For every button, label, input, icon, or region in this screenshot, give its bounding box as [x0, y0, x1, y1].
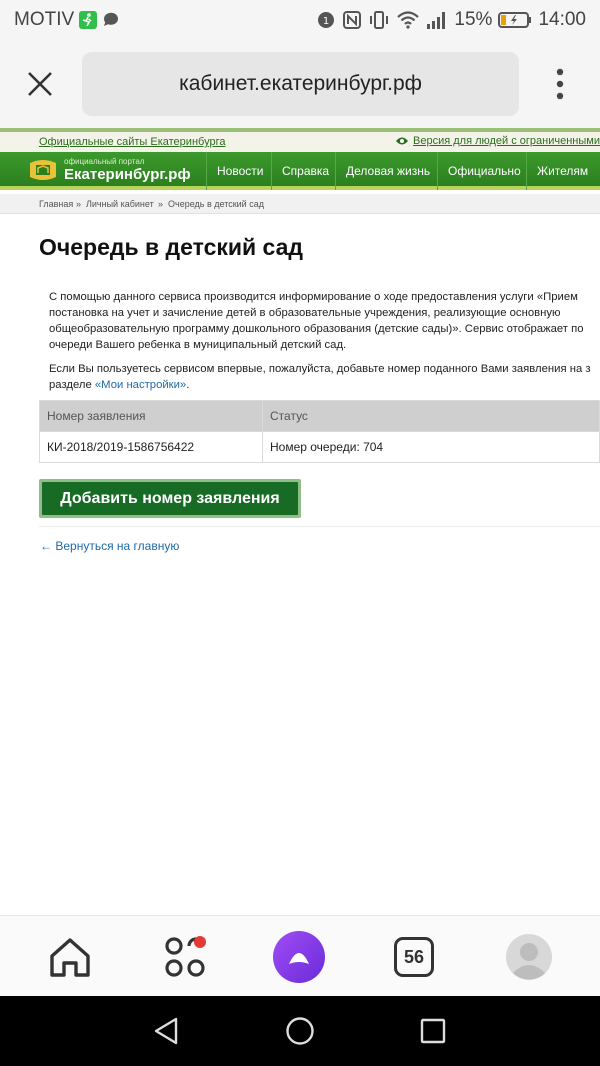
status-cell: Номер очереди: 704: [262, 431, 600, 463]
nav-news[interactable]: Новости: [206, 152, 263, 190]
breadcrumb-home[interactable]: Главная: [39, 199, 73, 209]
official-sites-link[interactable]: Официальные сайты Екатеринбурга: [39, 136, 225, 148]
address-bar[interactable]: кабинет.екатеринбург.рф: [82, 52, 519, 116]
system-navigation-bar: [0, 996, 600, 1066]
breadcrumb: Главная » Личный кабинет » Очередь в дет…: [0, 194, 600, 214]
nfc-icon: [342, 10, 362, 30]
breadcrumb-separator: »: [76, 199, 82, 209]
intro-line: общеобразовательную программу дошкольног…: [49, 323, 584, 335]
close-icon: [28, 72, 52, 96]
intro-line: С помощью данного сервиса производится и…: [49, 291, 578, 303]
battery-icon: [498, 11, 532, 29]
services-grid-icon: [165, 936, 206, 977]
applications-table: Номер заявления Статус КИ-2018/2019-1586…: [39, 400, 600, 463]
status-bar: MOTIV 1 15% 14:00: [0, 0, 600, 40]
nav-business[interactable]: Деловая жизнь: [335, 152, 430, 190]
home-icon: [50, 938, 90, 977]
intro-paragraph: С помощью данного сервиса производится и…: [49, 289, 600, 353]
back-icon: [154, 1017, 178, 1045]
vibrate-icon: [368, 10, 390, 30]
top-strip: Официальные сайты Екатеринбурга Версия д…: [0, 128, 600, 152]
back-link-text: Вернуться на главную: [55, 539, 180, 553]
application-number-cell: КИ-2018/2019-1586756422: [39, 431, 263, 463]
battery-percent: 15%: [454, 9, 493, 30]
back-to-home-link[interactable]: ← Вернуться на главную: [40, 539, 179, 553]
portal-name[interactable]: Екатеринбург.рф: [64, 166, 191, 183]
my-settings-link[interactable]: «Мои настройки»: [95, 379, 186, 391]
nav-residents[interactable]: Жителям: [526, 152, 588, 190]
site-nav: официальный портал Екатеринбург.рф Новос…: [0, 152, 600, 190]
accessibility-version-link[interactable]: Версия для людей с ограниченными во: [395, 135, 600, 147]
intro-line: очереди Вашего ребенка в муниципальный д…: [49, 339, 347, 351]
add-application-button-label: Добавить номер заявления: [42, 482, 298, 515]
system-recents-button[interactable]: [415, 1013, 451, 1049]
more-vertical-icon: [556, 68, 564, 100]
add-application-button[interactable]: Добавить номер заявления: [39, 479, 301, 518]
intro-line: постановка на учет и зачисление детей в …: [49, 307, 561, 319]
services-button[interactable]: [158, 930, 212, 984]
instruction-suffix: .: [186, 379, 190, 391]
nav-official[interactable]: Официально: [437, 152, 521, 190]
system-back-button[interactable]: [148, 1013, 184, 1049]
table-header-row: Номер заявления Статус: [39, 400, 600, 432]
city-crest-icon: [30, 160, 56, 180]
alice-assistant-button[interactable]: [272, 930, 326, 984]
accessibility-link-text: Версия для людей с ограниченными во: [413, 135, 600, 147]
url-text: кабинет.екатеринбург.рф: [179, 72, 422, 95]
wifi-icon: [396, 10, 420, 30]
chat-bubble-icon: [102, 11, 120, 29]
breadcrumb-cabinet[interactable]: Личный кабинет: [86, 199, 154, 209]
recents-icon: [420, 1018, 446, 1044]
page-title: Очередь в детский сад: [39, 234, 304, 260]
nav-help[interactable]: Справка: [271, 152, 329, 190]
web-page: Официальные сайты Екатеринбурга Версия д…: [0, 128, 600, 915]
running-person-icon: [78, 10, 98, 30]
clock: 14:00: [538, 9, 586, 30]
home-button[interactable]: [43, 930, 97, 984]
breadcrumb-current: Очередь в детский сад: [168, 199, 264, 209]
profile-button[interactable]: [502, 930, 556, 984]
instruction-line: разделе «Мои настройки».: [49, 377, 600, 393]
browser-bar: кабинет.екатеринбург.рф: [0, 40, 600, 128]
home-circle-icon: [286, 1017, 314, 1045]
instruction-prefix: разделе: [49, 379, 95, 391]
table-row: КИ-2018/2019-1586756422 Номер очереди: 7…: [39, 431, 600, 463]
column-header-status: Статус: [262, 400, 600, 432]
svg-text:1: 1: [323, 16, 329, 27]
tabs-count: 56: [403, 946, 425, 967]
signal-icon: [426, 10, 448, 30]
system-home-button[interactable]: [282, 1013, 318, 1049]
alice-assistant-icon: [273, 931, 325, 983]
browser-toolbar: 56: [0, 915, 600, 996]
tabs-button[interactable]: 56: [387, 930, 441, 984]
profile-avatar: [506, 934, 552, 980]
column-header-application-number: Номер заявления: [39, 400, 263, 432]
breadcrumb-separator: »: [158, 199, 164, 209]
instruction-line: Если Вы пользуетесь сервисом впервые, по…: [49, 363, 591, 375]
tabs-counter: 56: [394, 937, 434, 977]
back-arrow-icon: ←: [40, 539, 52, 553]
close-tab-button[interactable]: [20, 64, 60, 104]
instruction-paragraph: Если Вы пользуетесь сервисом впервые, по…: [49, 361, 600, 393]
divider: [39, 526, 600, 527]
eye-icon: [396, 137, 408, 145]
browser-menu-button[interactable]: [545, 64, 575, 104]
alarm-icon: 1: [316, 10, 336, 30]
portal-subtitle: официальный портал: [64, 157, 145, 166]
carrier-name: MOTIV: [14, 9, 75, 30]
